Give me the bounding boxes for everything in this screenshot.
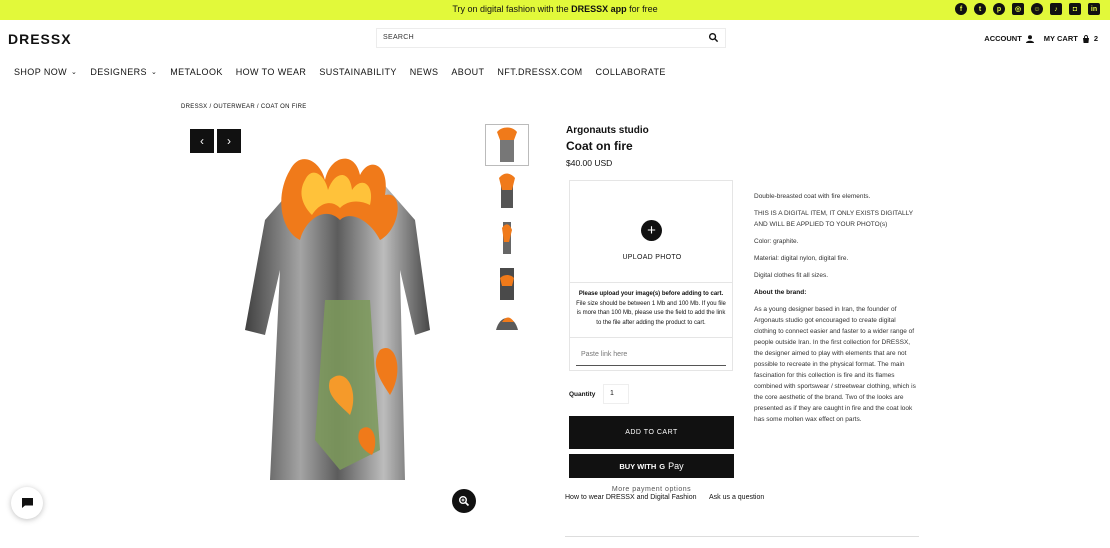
promo-bar: Try on digital fashion with the DRESSX a… [0,0,1110,20]
thumbnail[interactable] [485,262,529,304]
snapchat-icon[interactable]: ☺ [1031,3,1043,15]
product-title: Coat on fire [566,139,633,153]
chevron-down-icon: ⌄ [150,69,158,76]
nav-collaborate[interactable]: COLLABORATE [596,67,666,77]
product-description: Double-breasted coat with fire elements.… [754,191,919,431]
nav-news[interactable]: NEWS [410,67,439,77]
thumbnail[interactable] [485,170,529,212]
upload-photo-area[interactable]: + UPLOAD PHOTO [569,180,733,283]
upload-photo-label: UPLOAD PHOTO [622,254,682,261]
product-brand[interactable]: Argonauts studio [566,125,649,136]
twitter-icon[interactable]: t [974,3,986,15]
prev-image-button[interactable]: ‹ [190,129,214,153]
chevron-left-icon: ‹ [200,134,204,148]
quantity-input[interactable]: 1 [603,384,629,404]
plus-icon: + [641,220,662,241]
promo-text[interactable]: Try on digital fashion with the DRESSX a… [0,4,1110,14]
main-nav: SHOP NOW ⌄ DESIGNERS ⌄ METALOOK HOW TO WEA… [14,67,666,77]
account-link[interactable]: ACCOUNT [984,34,1034,43]
dressx-logo[interactable]: DRESSX [8,31,72,47]
add-to-cart-button[interactable]: ADD TO CART [569,416,734,449]
account-label: ACCOUNT [984,34,1022,43]
paste-link-field[interactable]: Paste link here [569,338,733,371]
google-g-icon: G [659,461,666,471]
ask-question-link[interactable]: Ask us a question [709,494,764,501]
promo-text-end: for free [626,4,658,14]
pay-label: Pay [668,461,684,471]
chevron-down-icon: ⌄ [71,69,78,76]
cart-count: 2 [1093,34,1098,43]
thumbnail[interactable] [485,308,529,332]
description-line: Color: graphite. [754,238,799,245]
about-brand-heading: About the brand: [754,289,807,296]
zoom-button[interactable] [452,489,476,513]
discord-icon[interactable]: ◘ [1069,3,1081,15]
upload-note-text: File size should be between 1 Mb and 100… [576,300,726,326]
more-payment-options-link[interactable]: More payment options [569,486,734,493]
instagram-icon[interactable]: ◎ [1012,3,1024,15]
cart-icon [1082,34,1089,43]
quantity-label: Quantity [569,391,596,398]
upload-note: Please upload your image(s) before addin… [569,283,733,338]
thumbnail[interactable] [485,216,529,258]
how-to-wear-link[interactable]: How to wear DRESSX and Digital Fashion [565,494,697,501]
divider [565,536,919,537]
linkedin-icon[interactable]: in [1088,3,1100,15]
promo-text-app[interactable]: DRESSX app [571,4,627,14]
thumbnail-image [497,127,517,162]
social-links: f t p ◎ ☺ ♪ ◘ in [955,3,1100,15]
nav-sustainability[interactable]: SUSTAINABILITY [319,67,396,77]
nav-shop-now[interactable]: SHOP NOW ⌄ [14,67,77,77]
tiktok-icon[interactable]: ♪ [1050,3,1062,15]
thumbnail-image [502,222,512,254]
pinterest-icon[interactable]: p [993,3,1005,15]
nav-designers[interactable]: DESIGNERS ⌄ [90,67,157,77]
search-input[interactable]: SEARCH [376,28,726,48]
nav-how-to-wear[interactable]: HOW TO WEAR [236,67,307,77]
nav-nft[interactable]: NFT.DRESSX.COM [497,67,582,77]
description-line: Material: digital nylon, digital fire. [754,255,849,262]
nav-designers-label: DESIGNERS [90,67,147,77]
nav-about[interactable]: ABOUT [451,67,484,77]
thumbnail-image [496,317,518,330]
about-brand-text: As a young designer based in Iran, the f… [754,306,916,423]
chat-button[interactable] [11,487,43,519]
header-actions: ACCOUNT MY CART 2 [984,34,1098,43]
upload-note-heading: Please upload your image(s) before addin… [578,291,724,297]
nav-metalook[interactable]: METALOOK [170,67,223,77]
description-line: THIS IS A DIGITAL ITEM, IT ONLY EXISTS D… [754,210,913,228]
search-placeholder: SEARCH [383,34,414,41]
buy-with-label: BUY WITH [619,461,657,471]
field-underline [576,365,726,366]
thumbnail-image [499,173,515,208]
user-icon [1025,34,1034,43]
thumbnail[interactable] [485,124,529,166]
nav-shop-now-label: SHOP NOW [14,67,68,77]
description-line: Digital clothes fit all sizes. [754,272,829,279]
promo-text-start: Try on digital fashion with the [452,4,572,14]
description-line: Double-breasted coat with fire elements. [754,193,871,200]
facebook-icon[interactable]: f [955,3,967,15]
cart-link[interactable]: MY CART 2 [1044,34,1098,43]
breadcrumb[interactable]: DRESSX / OUTERWEAR / COAT ON FIRE [181,104,307,110]
chevron-right-icon: › [227,134,231,148]
product-price: $40.00 USD [566,158,613,168]
cart-label: MY CART [1043,34,1078,43]
product-image[interactable] [230,150,450,495]
zoom-in-icon [459,496,470,507]
thumbnail-image [500,268,514,300]
chat-icon [21,498,33,508]
google-pay-button[interactable]: BUY WITH G Pay [569,454,734,478]
thumbnail-list [485,124,529,336]
paste-link-placeholder: Paste link here [581,351,628,358]
search-icon[interactable] [708,32,719,43]
